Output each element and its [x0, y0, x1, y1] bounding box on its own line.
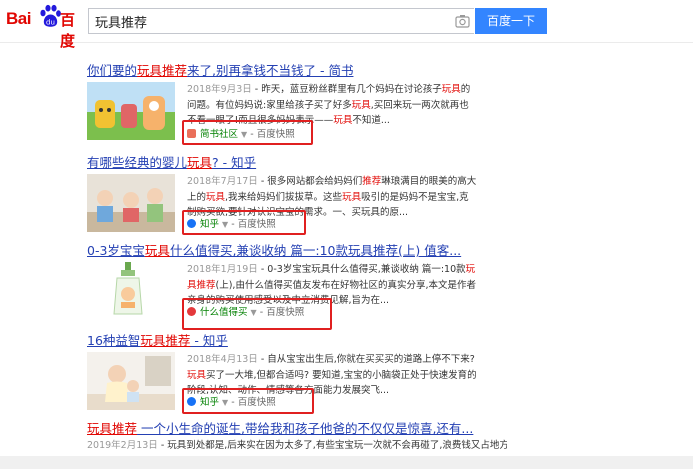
- abstract-text: ,我来给妈妈们拔拔草。这些: [225, 191, 343, 203]
- abstract-text: - 0-3岁宝宝玩具什么值得买,兼谈收纳 篇一:10款: [257, 264, 466, 275]
- paw-logo-icon: du: [40, 4, 61, 27]
- title-text: 来了,别再拿钱不当钱了 - 简书: [187, 63, 354, 78]
- result-abstract: 2019年2月13日 - 玩具到处都是,后来实在因为太多了,有些宝宝玩一次就不会…: [87, 438, 507, 454]
- abstract-highlight: 玩具: [441, 84, 461, 95]
- result-date: 2018年7月17日: [187, 176, 258, 187]
- abstract-text: - 自从宝宝出生后,你就在买买买的道路上停不下来?: [257, 354, 475, 365]
- result-title-link[interactable]: 玩具推荐 一个小生命的诞生,带给我和孩子他爸的不仅仅是惊喜,还有...: [87, 418, 473, 437]
- logo-text-baidu: 百度: [60, 11, 76, 50]
- title-highlight: 玩具: [144, 243, 170, 258]
- camera-icon[interactable]: [455, 14, 470, 28]
- abstract-highlight: 玩具: [342, 191, 362, 203]
- logo-text-bai: Bai: [6, 9, 31, 28]
- result-title-link[interactable]: 0-3岁宝宝玩具什么值得买,兼谈收纳 篇一:10款玩具推荐(上) 值客...: [87, 240, 461, 259]
- title-text: 你们要的: [87, 63, 138, 78]
- header: Bai du 百度 百度一下: [0, 0, 693, 50]
- result-date: 2018年9月3日: [187, 84, 252, 95]
- result-date: 2019年2月13日: [87, 440, 158, 451]
- svg-text:du: du: [46, 19, 55, 27]
- result-thumbnail[interactable]: [87, 352, 175, 410]
- annotation-box: [182, 210, 306, 235]
- bottom-fade: [0, 456, 693, 469]
- abstract-highlight: 玩具: [206, 191, 226, 203]
- search-box[interactable]: [88, 8, 474, 34]
- search-button[interactable]: 百度一下: [475, 8, 547, 34]
- title-text: 什么值得买,兼谈收纳 篇一:10款玩具推荐(上) 值客...: [169, 243, 462, 258]
- title-highlight: 玩具: [187, 155, 213, 170]
- abstract-text: - 玩具到处都是,后来实在因为太多了,有些宝宝玩一次就不会再碰了,浪费钱又占地方…: [160, 440, 507, 451]
- title-text: - 知乎: [190, 333, 228, 348]
- title-text: 16种益智: [87, 333, 141, 348]
- title-text: ? - 知乎: [212, 155, 257, 170]
- annotation-box: [182, 120, 313, 145]
- title-text: 0-3岁宝宝: [87, 243, 145, 258]
- result-title-link[interactable]: 有哪些经典的婴儿玩具? - 知乎: [87, 152, 256, 171]
- abstract-text: - 很多网站都会给妈妈们: [257, 176, 363, 187]
- result-date: 2018年1月19日: [187, 264, 258, 275]
- abstract-text: 不知道...: [352, 115, 390, 126]
- title-text: 有哪些经典的婴儿: [87, 155, 188, 170]
- abstract-highlight: 玩具: [187, 369, 207, 381]
- search-input[interactable]: [95, 12, 435, 30]
- annotation-box: [182, 388, 314, 414]
- abstract-highlight: 玩具: [351, 99, 371, 111]
- result-thumbnail[interactable]: [87, 174, 175, 232]
- result-date: 2018年4月13日: [187, 354, 258, 365]
- title-text: 一个小生命的诞生,带给我和孩子他爸的不仅仅是惊喜,还有...: [137, 421, 474, 436]
- abstract-highlight: 推荐: [362, 176, 382, 187]
- abstract-text: - 昨天，蓝豆粉丝群里有几个妈妈在讨论孩子: [251, 84, 442, 95]
- result-thumbnail[interactable]: [87, 260, 175, 318]
- result-title-link[interactable]: 16种益智玩具推荐 - 知乎: [87, 330, 228, 349]
- annotation-box: [182, 298, 332, 330]
- title-highlight: 玩具推荐: [137, 63, 188, 78]
- result-thumbnail[interactable]: [87, 82, 175, 140]
- title-highlight: 玩具推荐: [87, 421, 138, 436]
- result-title-link[interactable]: 你们要的玩具推荐来了,别再拿钱不当钱了 - 简书: [87, 60, 353, 79]
- title-highlight: 玩具推荐: [140, 333, 191, 348]
- abstract-highlight: 玩具: [333, 115, 353, 126]
